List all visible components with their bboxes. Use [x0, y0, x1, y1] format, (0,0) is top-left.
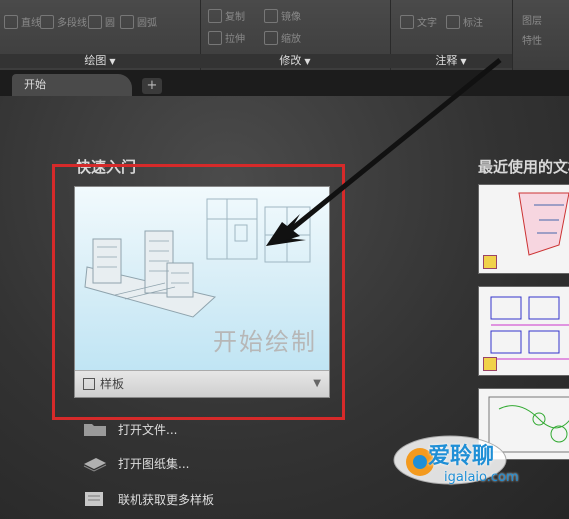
- ribbon-group-label-modify[interactable]: 修改 ▼: [200, 54, 390, 68]
- ribbon-item-layers[interactable]: 图层: [522, 12, 542, 27]
- start-drawing-label: 开始绘制: [213, 328, 317, 356]
- scale-icon: [264, 30, 278, 45]
- ribbon-item-stretch[interactable]: 拉伸: [208, 30, 245, 45]
- arc-icon: [120, 14, 134, 29]
- ribbon-group-modify: 复制 镜像 拉伸 缩放 修改 ▼: [200, 0, 391, 70]
- template-online-icon: [85, 492, 103, 506]
- quick-start-title: 快速入门: [76, 158, 137, 176]
- ribbon: 直线 多段线 圆 圆弧 绘图 ▼ 复制 镜像 拉伸 缩放 修改 ▼ 文字 标注 注释…: [0, 0, 569, 71]
- start-page: 快速入门 最近使用的文档: [0, 96, 569, 519]
- ribbon-item-scale[interactable]: 缩放: [264, 30, 301, 45]
- recent-document-thumbnail[interactable]: [478, 388, 569, 460]
- ribbon-item-arc[interactable]: 圆弧: [120, 14, 157, 29]
- ribbon-group-draw: 直线 多段线 圆 圆弧 绘图 ▼: [0, 0, 201, 70]
- open-file-link[interactable]: 打开文件...: [82, 420, 177, 438]
- ribbon-item-mirror[interactable]: 镜像: [264, 8, 301, 23]
- open-sheet-set-link[interactable]: 打开图纸集...: [82, 454, 189, 472]
- circle-icon: [88, 14, 102, 29]
- start-drawing-card[interactable]: 开始绘制 样板 ▼: [74, 186, 330, 398]
- get-more-templates-link[interactable]: 联机获取更多样板: [82, 490, 214, 508]
- document-tab-bar: 开始 +: [0, 70, 569, 96]
- tab-start[interactable]: 开始: [12, 74, 132, 96]
- ribbon-item-polyline[interactable]: 多段线: [40, 14, 87, 29]
- template-dropdown[interactable]: 样板 ▼: [75, 370, 329, 397]
- sheet-set-icon: [83, 458, 107, 472]
- template-icon: [83, 378, 95, 390]
- ribbon-group-layers: 图层 特性: [512, 0, 569, 70]
- recent-documents-title: 最近使用的文档: [478, 158, 569, 176]
- dimension-icon: [446, 14, 460, 29]
- ribbon-item-dimension[interactable]: 标注: [446, 14, 483, 29]
- ribbon-item-text[interactable]: 文字: [400, 14, 437, 29]
- copy-icon: [208, 8, 222, 23]
- template-label: 样板: [100, 377, 125, 391]
- mirror-icon: [264, 8, 278, 23]
- line-icon: [4, 14, 18, 29]
- stretch-icon: [208, 30, 222, 45]
- new-tab-button[interactable]: +: [142, 78, 162, 94]
- ribbon-group-annotate: 文字 标注 注释 ▼: [390, 0, 513, 70]
- ribbon-item-copy[interactable]: 复制: [208, 8, 245, 23]
- folder-icon: [84, 424, 106, 436]
- ribbon-item-properties[interactable]: 特性: [522, 32, 542, 47]
- ribbon-group-label-annotate[interactable]: 注释 ▼: [390, 54, 512, 68]
- text-icon: [400, 14, 414, 29]
- drawing-preview: [488, 396, 569, 453]
- recent-document-thumbnail[interactable]: [478, 286, 569, 376]
- file-type-icon: [483, 357, 497, 371]
- ribbon-item-line[interactable]: 直线: [4, 14, 41, 29]
- ribbon-group-label-draw[interactable]: 绘图 ▼: [0, 54, 200, 68]
- file-type-icon: [483, 255, 497, 269]
- chevron-down-icon[interactable]: ▼: [313, 371, 321, 397]
- polyline-icon: [40, 14, 54, 29]
- recent-document-thumbnail[interactable]: [478, 184, 569, 274]
- ribbon-item-circle[interactable]: 圆: [88, 14, 115, 29]
